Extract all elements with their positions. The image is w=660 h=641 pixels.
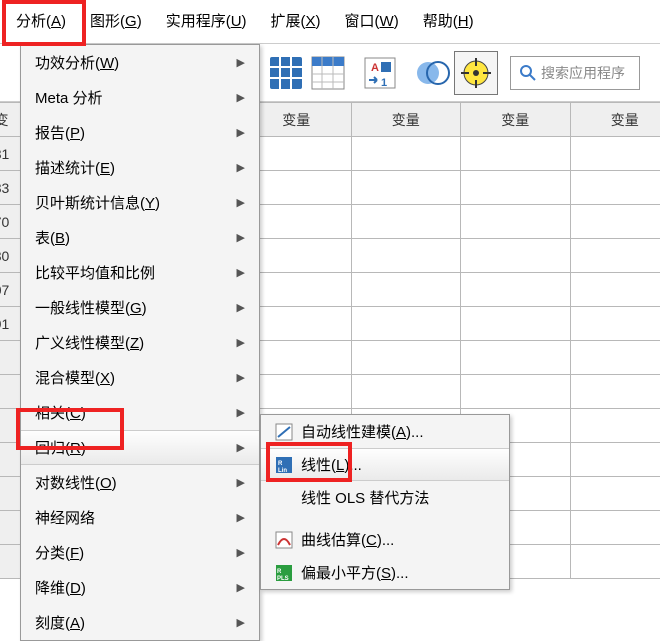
- chevron-right-icon: ▶: [237, 546, 245, 559]
- submenu-linear[interactable]: RLin 线性(L)...: [261, 448, 509, 481]
- search-input[interactable]: 搜索应用程序: [510, 56, 640, 90]
- chevron-right-icon: ▶: [237, 196, 245, 209]
- chevron-right-icon: ▶: [237, 161, 245, 174]
- menu-mixed[interactable]: 混合模型(X)▶: [21, 360, 259, 395]
- svg-text:1: 1: [381, 77, 387, 89]
- submenu-ols[interactable]: 线性 OLS 替代方法: [261, 481, 509, 514]
- chevron-right-icon: ▶: [237, 406, 245, 419]
- blank-icon: [275, 489, 293, 507]
- menu-neural[interactable]: 神经网络▶: [21, 500, 259, 535]
- col-header[interactable]: 变量: [461, 103, 571, 137]
- linear-icon: RLin: [275, 456, 293, 474]
- chevron-right-icon: ▶: [237, 231, 245, 244]
- menu-meta[interactable]: Meta 分析▶: [21, 80, 259, 115]
- menubar: 分析(A) 图形(G) 实用程序(U) 扩展(X) 窗口(W) 帮助(H): [0, 0, 660, 44]
- svg-text:Lin: Lin: [278, 468, 287, 474]
- submenu-curve[interactable]: 曲线估算(C)...: [261, 523, 509, 556]
- menubar-item-extensions[interactable]: 扩展(X): [259, 6, 333, 35]
- search-placeholder: 搜索应用程序: [541, 63, 625, 83]
- menubar-item-utilities[interactable]: 实用程序(U): [154, 6, 259, 35]
- submenu-pls[interactable]: RPLS 偏最小平方(S)...: [261, 556, 509, 589]
- menu-power[interactable]: 功效分析(W)▶: [21, 45, 259, 80]
- menu-tables[interactable]: 表(B)▶: [21, 220, 259, 255]
- pls-icon: RPLS: [275, 564, 293, 582]
- svg-text:A: A: [371, 62, 379, 74]
- analyze-menu: 功效分析(W)▶ Meta 分析▶ 报告(P)▶ 描述统计(E)▶ 贝叶斯统计信…: [20, 44, 260, 641]
- auto-linear-icon: [275, 423, 293, 441]
- venn-icon[interactable]: [412, 53, 452, 93]
- chevron-right-icon: ▶: [237, 511, 245, 524]
- menu-bayes[interactable]: 贝叶斯统计信息(Y)▶: [21, 185, 259, 220]
- chevron-right-icon: ▶: [237, 56, 245, 69]
- col-header[interactable]: 变量: [570, 103, 660, 137]
- chevron-right-icon: ▶: [237, 371, 245, 384]
- grid-icon[interactable]: [266, 53, 306, 93]
- chevron-right-icon: ▶: [237, 91, 245, 104]
- menu-classify[interactable]: 分类(F)▶: [21, 535, 259, 570]
- menubar-item-graphics[interactable]: 图形(G): [78, 6, 154, 35]
- menubar-item-help[interactable]: 帮助(H): [411, 6, 486, 35]
- menubar-item-analyze[interactable]: 分析(A): [4, 6, 78, 35]
- chevron-right-icon: ▶: [237, 266, 245, 279]
- chevron-right-icon: ▶: [237, 126, 245, 139]
- chevron-right-icon: ▶: [237, 336, 245, 349]
- menubar-item-window[interactable]: 窗口(W): [333, 6, 411, 35]
- col-header[interactable]: 变量: [351, 103, 461, 137]
- table-icon[interactable]: [308, 53, 348, 93]
- variables-icon[interactable]: A1: [360, 53, 400, 93]
- menu-gzlm[interactable]: 广义线性模型(Z)▶: [21, 325, 259, 360]
- menu-loglinear[interactable]: 对数线性(O)▶: [21, 465, 259, 500]
- svg-text:R: R: [277, 569, 282, 575]
- chevron-right-icon: ▶: [237, 476, 245, 489]
- menu-correlate[interactable]: 相关(C)▶: [21, 395, 259, 430]
- chevron-right-icon: ▶: [237, 581, 245, 594]
- menu-descriptive[interactable]: 描述统计(E)▶: [21, 150, 259, 185]
- target-icon[interactable]: [454, 51, 498, 95]
- svg-text:R: R: [278, 461, 283, 467]
- menu-glm[interactable]: 一般线性模型(G)▶: [21, 290, 259, 325]
- search-icon: [519, 64, 537, 82]
- menu-scale[interactable]: 刻度(A)▶: [21, 605, 259, 640]
- regression-submenu: 自动线性建模(A)... RLin 线性(L)... 线性 OLS 替代方法 曲…: [260, 414, 510, 590]
- chevron-right-icon: ▶: [237, 616, 245, 629]
- menu-report[interactable]: 报告(P)▶: [21, 115, 259, 150]
- submenu-auto-linear[interactable]: 自动线性建模(A)...: [261, 415, 509, 448]
- menu-regression[interactable]: 回归(R)▶: [21, 430, 259, 465]
- svg-text:PLS: PLS: [277, 576, 289, 582]
- chevron-right-icon: ▶: [237, 301, 245, 314]
- menu-compare[interactable]: 比较平均值和比例▶: [21, 255, 259, 290]
- curve-icon: [275, 531, 293, 549]
- separator: [267, 518, 503, 519]
- chevron-right-icon: ▶: [237, 441, 245, 454]
